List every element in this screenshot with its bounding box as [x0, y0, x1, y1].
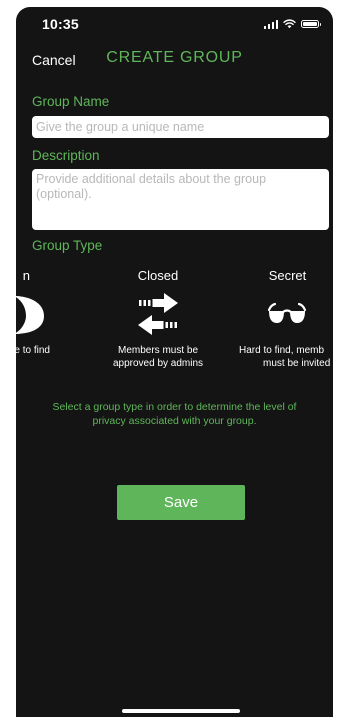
- globe-icon: [16, 296, 44, 334]
- wifi-icon: [283, 19, 296, 29]
- cellular-signal-icon: [263, 19, 278, 29]
- group-type-option-open[interactable]: n ne to find in: [16, 265, 50, 385]
- status-time: 10:35: [42, 16, 79, 32]
- group-type-option-secret[interactable]: Secret Hard to find, memb must be invite…: [236, 265, 333, 385]
- status-bar: 10:35: [16, 7, 333, 43]
- group-name-input[interactable]: [32, 116, 329, 138]
- save-button[interactable]: Save: [117, 485, 245, 520]
- group-type-description: ne to find in: [16, 345, 50, 356]
- group-type-title: Closed: [137, 268, 179, 283]
- group-type-option-closed[interactable]: Closed Members must be approved by admin…: [103, 265, 213, 385]
- description-label: Description: [32, 148, 100, 163]
- description-input[interactable]: [32, 169, 329, 230]
- battery-icon: [301, 20, 321, 28]
- swap-arrows-icon: [138, 293, 178, 335]
- group-type-title: n: [22, 268, 30, 283]
- group-type-title: Secret: [268, 268, 307, 283]
- home-indicator: [122, 709, 240, 713]
- phone-screen: 10:35 Cancel CREATE GROUP Group Name Des…: [16, 7, 333, 717]
- group-type-description: Members must be approved by admins: [112, 345, 204, 369]
- group-type-hint: Select a group type in order to determin…: [52, 401, 297, 427]
- group-name-label: Group Name: [32, 94, 110, 109]
- sunglasses-icon: [267, 302, 307, 323]
- group-type-label: Group Type: [32, 238, 103, 253]
- group-type-description: Hard to find, memb must be invited: [239, 345, 331, 369]
- page-title: CREATE GROUP: [106, 49, 243, 66]
- status-icons: [263, 19, 321, 29]
